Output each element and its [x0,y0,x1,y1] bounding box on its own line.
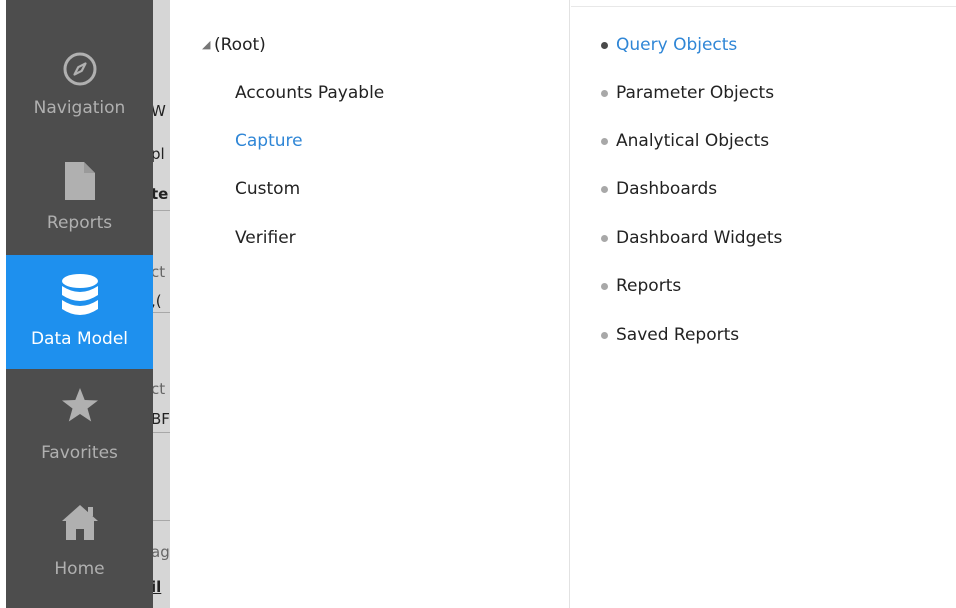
tree-item-verifier[interactable]: Verifier [235,228,296,248]
background-text: BF [153,410,170,428]
nav-item-label: Navigation [33,98,126,118]
nav-rail: Navigation Reports Data Model Favorites [6,0,153,608]
object-type-label: Dashboard Widgets [616,228,783,248]
tree-item-accounts-payable[interactable]: Accounts Payable [235,83,384,103]
background-text: te [153,185,169,203]
nav-item-label: Reports [46,213,113,233]
object-type-label: Analytical Objects [616,131,770,151]
divider [153,520,170,521]
background-page-fragment: W pl te ct ,( ct BF ag il [153,0,170,608]
object-type-label: Reports [616,276,682,296]
bullet-icon [601,282,608,290]
bullet-icon [601,41,608,49]
background-text: ag [153,543,170,561]
folder-tree-panel: ◢ (Root) Accounts Payable Capture Custom… [170,0,570,608]
background-text: ,( [153,292,162,310]
nav-item-favorites[interactable]: Favorites [6,369,153,483]
divider [153,432,170,433]
object-type-label: Saved Reports [616,325,740,345]
compass-icon [62,51,98,91]
nav-item-home[interactable]: Home [6,484,153,598]
document-icon [64,161,96,205]
object-type-reports[interactable]: Reports [601,276,681,296]
object-type-analytical-objects[interactable]: Analytical Objects [601,131,769,151]
tree-item-capture[interactable]: Capture [235,131,303,151]
divider [153,210,170,211]
background-text: pl [153,145,165,163]
nav-item-label: Home [54,559,105,579]
background-text: il [153,578,162,596]
nav-item-label: Data Model [30,329,129,349]
bullet-icon [601,137,608,145]
object-type-label: Parameter Objects [616,83,775,103]
bullet-icon [601,89,608,97]
object-types-panel: Query Objects Parameter Objects Analytic… [571,6,956,608]
background-text: ct [153,263,166,281]
bullet-icon [601,185,608,193]
object-type-label: Query Objects [616,35,738,55]
tree-item-root[interactable]: (Root) [214,35,266,55]
divider [153,312,170,313]
object-type-dashboards[interactable]: Dashboards [601,179,717,199]
tree-item-custom[interactable]: Custom [235,179,300,199]
object-type-dashboard-widgets[interactable]: Dashboard Widgets [601,228,782,248]
object-type-query-objects[interactable]: Query Objects [601,35,737,55]
bullet-icon [601,234,608,242]
nav-item-reports[interactable]: Reports [6,127,153,241]
star-icon [61,387,99,427]
object-type-parameter-objects[interactable]: Parameter Objects [601,83,774,103]
object-type-label: Dashboards [616,179,718,199]
background-text: W [153,102,166,120]
nav-item-navigation[interactable]: Navigation [6,13,153,127]
object-type-saved-reports[interactable]: Saved Reports [601,325,739,345]
nav-item-label: Favorites [41,443,118,463]
home-icon [61,503,99,545]
collapse-triangle-icon[interactable]: ◢ [202,38,210,51]
bullet-icon [601,331,608,339]
background-text: ct [153,380,166,398]
database-icon [61,273,99,323]
nav-item-data-model[interactable]: Data Model [6,255,153,369]
